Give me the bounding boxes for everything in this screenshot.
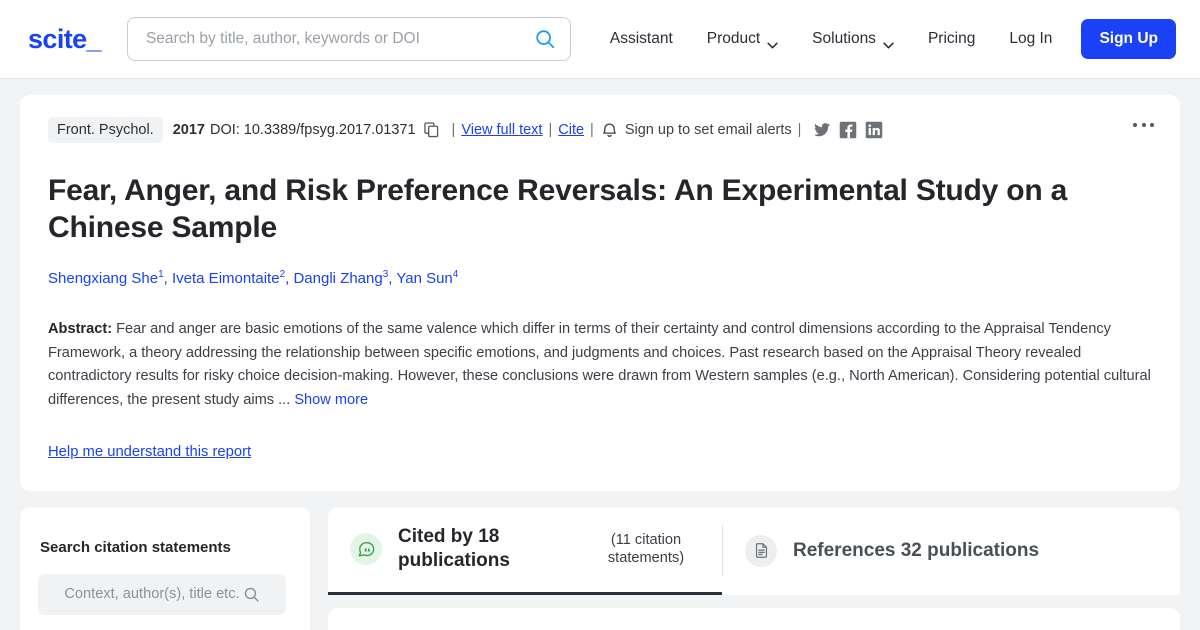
citation-search-input[interactable]: Context, author(s), title etc. [38,573,286,615]
abstract-text: Abstract: Fear and anger are basic emoti… [48,318,1154,413]
nav-label-pricing: Pricing [927,30,976,47]
search-icon[interactable] [534,28,556,50]
meta-separator: | [590,122,594,138]
nav-label-solutions: Solutions [812,30,876,47]
sign-up-button[interactable]: Sign Up [1081,19,1176,59]
author-name: Yan Sun [396,270,453,288]
abstract-label: Abstract: [48,321,113,338]
kebab-dot [1150,123,1154,127]
tab-references-label: References 32 publications [793,539,1040,561]
linkedin-icon[interactable] [865,121,883,139]
meta-separator: | [548,122,553,138]
chevron-down-icon [767,36,778,48]
author-list: Shengxiang She1, Iveta Eimontaite2, Dang… [48,268,1154,289]
journal-badge: Front. Psychol. [48,117,163,143]
author-separator: , [163,270,172,288]
help-understand-report-link[interactable]: Help me understand this report [48,444,251,460]
chevron-down-icon [883,36,894,48]
copy-icon[interactable] [423,122,439,138]
cite-link[interactable]: Cite [558,122,584,138]
author-affiliation: 4 [452,269,459,281]
nav-item-solutions[interactable]: Solutions [795,22,911,56]
doi-text: DOI: 10.3389/fpsyg.2017.01371 [209,122,416,138]
search-input[interactable] [145,30,534,48]
scite-logo[interactable]: scite_ [28,24,102,55]
paper-meta-row: Front. Psychol. 2017 DOI: 10.3389/fpsyg.… [48,117,1154,143]
social-share-group [813,121,883,139]
page-title: Fear, Anger, and Risk Preference Reversa… [48,174,1068,244]
author-name: Shengxiang She [48,270,159,288]
citation-search-title: Search citation statements [40,538,231,556]
facebook-icon[interactable] [839,121,857,139]
kebab-dot [1133,123,1137,127]
citation-results-panel [328,607,1180,630]
citation-search-panel: Search citation statements Context, auth… [20,506,310,630]
nav-label-assistant: Assistant [609,30,673,47]
bell-icon[interactable] [602,122,617,139]
meta-separator: | [451,122,456,138]
citation-bubble-icon [350,533,382,566]
nav-label-login: Log In [1009,30,1053,47]
tab-cited-by[interactable]: Cited by 18 publications (11 citation st… [328,507,722,595]
site-header: scite_ Assistant Product Solutions [0,0,1200,79]
view-full-text-link[interactable]: View full text [461,122,542,138]
author-link[interactable]: Shengxiang She1 [48,269,164,288]
nav-item-assistant[interactable]: Assistant [593,22,690,56]
nav-item-pricing[interactable]: Pricing [911,22,992,56]
search-icon[interactable] [243,586,260,603]
nav-item-login[interactable]: Log In [992,22,1069,56]
abstract-body: Fear and anger are basic emotions of the… [48,321,1151,409]
show-more-link[interactable]: Show more [294,392,368,408]
author-link[interactable]: Dangli Zhang3 [293,269,388,288]
author-name: Dangli Zhang [293,270,383,288]
email-alerts-text[interactable]: Sign up to set email alerts [625,122,792,138]
global-search[interactable] [126,17,571,61]
main-nav: Assistant Product Solutions Pricing Log … [593,19,1176,59]
tab-cited-by-sublabel: (11 citation statements) [607,531,685,567]
citation-tabs: Cited by 18 publications (11 citation st… [328,506,1180,595]
nav-item-product[interactable]: Product [690,22,795,56]
document-icon [745,534,777,567]
kebab-dot [1141,123,1146,127]
publication-year: 2017 [172,122,205,138]
lower-section: Search citation statements Context, auth… [20,506,1180,630]
citations-panel: Cited by 18 publications (11 citation st… [328,506,1180,630]
author-link[interactable]: Yan Sun4 [396,269,459,288]
tab-cited-by-label: Cited by 18 publications [398,526,510,572]
page-body: Front. Psychol. 2017 DOI: 10.3389/fpsyg.… [0,79,1200,630]
nav-label-product: Product [706,30,761,47]
tabs-panel-gap [328,595,1180,608]
paper-card: Front. Psychol. 2017 DOI: 10.3389/fpsyg.… [20,95,1180,491]
tab-references[interactable]: References 32 publications [723,507,1065,595]
more-options-button[interactable] [1133,123,1154,127]
author-link[interactable]: Iveta Eimontaite2 [172,269,285,288]
twitter-icon[interactable] [813,121,831,139]
meta-separator: | [797,122,802,138]
citation-search-placeholder: Context, author(s), title etc. [64,586,240,603]
author-name: Iveta Eimontaite [172,270,280,288]
